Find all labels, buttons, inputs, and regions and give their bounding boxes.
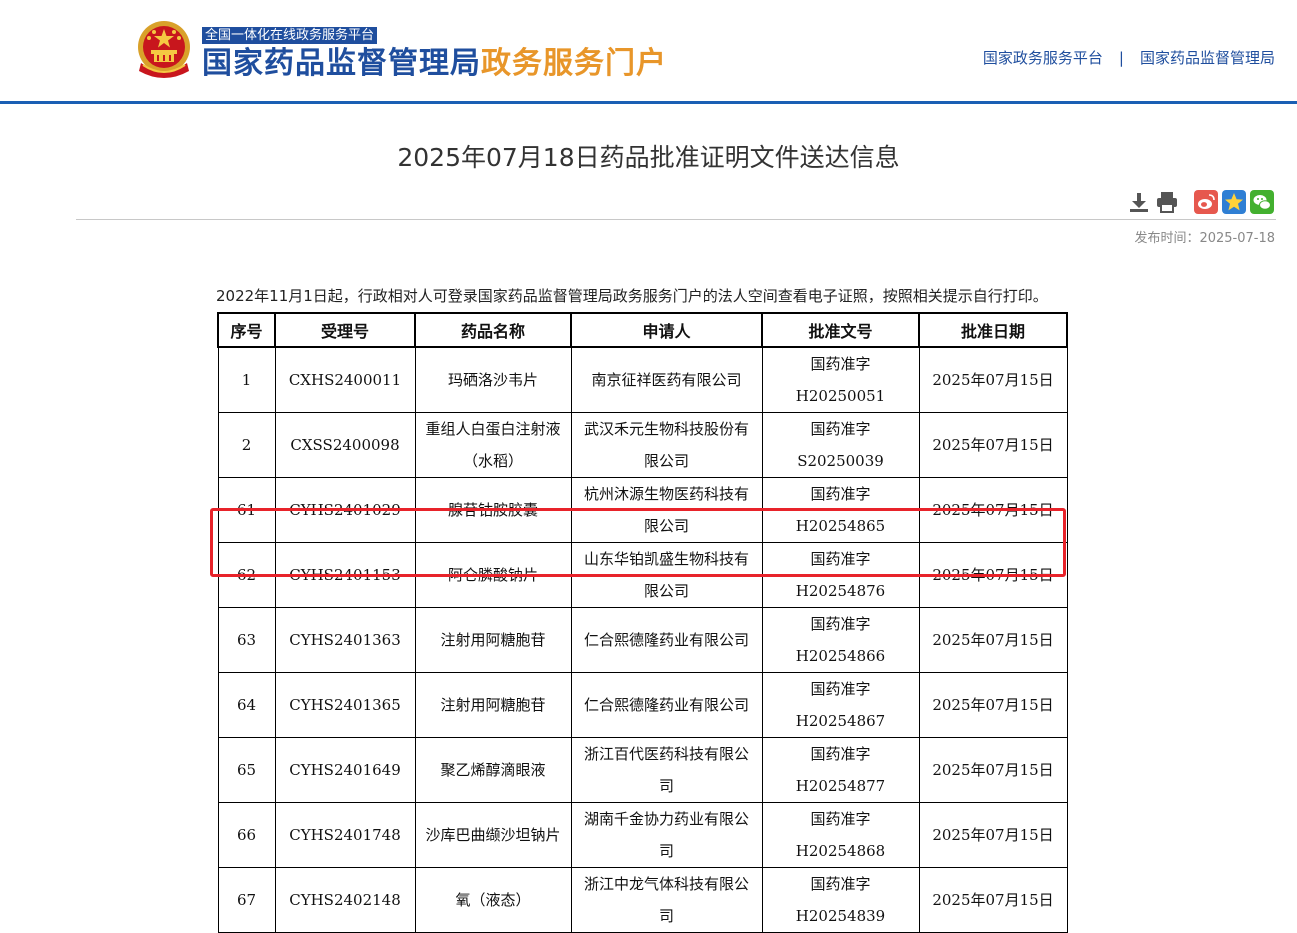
cell-approval-no: 国药准字H20254877 <box>761 737 920 803</box>
cell-drug-name: 沙库巴曲缬沙坦钠片 <box>414 802 572 868</box>
header-seq: 序号 <box>217 312 276 348</box>
publish-date: 发布时间：2025-07-18 <box>1134 231 1275 246</box>
table-row-highlighted: 62 CYHS2401153 阿仑膦酸钠片 山东华铂凯盛生物科技有限公司 国药准… <box>217 542 1068 608</box>
cell-applicant: 仁合熙德隆药业有限公司 <box>570 672 763 738</box>
page-title: 2025年07月18日药品批准证明文件送达信息 <box>397 143 900 172</box>
cell-seq: 66 <box>217 802 276 868</box>
header-approval-date: 批准日期 <box>918 312 1068 348</box>
cell-applicant: 浙江百代医药科技有限公司 <box>570 737 763 803</box>
table-row: 2 CXSS2400098 重组人白蛋白注射液（水稻） 武汉禾元生物科技股份有限… <box>217 412 1068 478</box>
cell-applicant: 南京征祥医药有限公司 <box>570 346 763 413</box>
wechat-icon[interactable] <box>1250 190 1274 214</box>
site-title[interactable]: 国家药品监督管理局政务服务门户 <box>202 44 667 84</box>
weibo-icon[interactable] <box>1194 190 1218 214</box>
table-row: 63 CYHS2401363 注射用阿糖胞苷 仁合熙德隆药业有限公司 国药准字H… <box>217 607 1068 673</box>
cell-acceptance-no: CYHS2401748 <box>274 802 416 868</box>
table-row: 65 CYHS2401649 聚乙烯醇滴眼液 浙江百代医药科技有限公司 国药准字… <box>217 737 1068 803</box>
cell-seq: 64 <box>217 672 276 738</box>
qzone-icon[interactable] <box>1222 190 1246 214</box>
header-approval-no: 批准文号 <box>761 312 920 348</box>
link-national-gov-service[interactable]: 国家政务服务平台 <box>983 49 1103 67</box>
approval-table: 序号 受理号 药品名称 申请人 批准文号 批准日期 1 CXHS2400011 … <box>217 312 1068 933</box>
link-nmpa[interactable]: 国家药品监督管理局 <box>1140 49 1275 67</box>
cell-approval-date: 2025年07月15日 <box>918 477 1068 543</box>
platform-tagline: 全国一体化在线政务服务平台 <box>202 27 378 44</box>
cell-drug-name: 腺苷钴胺胶囊 <box>414 477 572 543</box>
intro-paragraph: 2022年11月1日起，行政相对人可登录国家药品监督管理局政务服务门户的法人空间… <box>216 287 1048 305</box>
cell-drug-name: 阿仑膦酸钠片 <box>414 542 572 608</box>
table-row: 64 CYHS2401365 注射用阿糖胞苷 仁合熙德隆药业有限公司 国药准字H… <box>217 672 1068 738</box>
table-row: 61 CYHS2401029 腺苷钴胺胶囊 杭州沐源生物医药科技有限公司 国药准… <box>217 477 1068 543</box>
cell-drug-name: 重组人白蛋白注射液（水稻） <box>414 412 572 478</box>
cell-drug-name: 注射用阿糖胞苷 <box>414 607 572 673</box>
cell-seq: 63 <box>217 607 276 673</box>
cell-approval-no: 国药准字H20254865 <box>761 477 920 543</box>
cell-approval-no: 国药准字H20254866 <box>761 607 920 673</box>
cell-approval-no: 国药准字S20250039 <box>761 412 920 478</box>
cell-approval-date: 2025年07月15日 <box>918 542 1068 608</box>
cell-applicant: 山东华铂凯盛生物科技有限公司 <box>570 542 763 608</box>
cell-seq: 62 <box>217 542 276 608</box>
cell-acceptance-no: CYHS2401029 <box>274 477 416 543</box>
cell-approval-date: 2025年07月15日 <box>918 672 1068 738</box>
cell-drug-name: 注射用阿糖胞苷 <box>414 672 572 738</box>
cell-acceptance-no: CYHS2401153 <box>274 542 416 608</box>
cell-acceptance-no: CYHS2401363 <box>274 607 416 673</box>
cell-approval-date: 2025年07月15日 <box>918 737 1068 803</box>
cell-drug-name: 聚乙烯醇滴眼液 <box>414 737 572 803</box>
cell-applicant: 仁合熙德隆药业有限公司 <box>570 607 763 673</box>
cell-acceptance-no: CYHS2401649 <box>274 737 416 803</box>
link-separator: | <box>1118 49 1124 67</box>
cell-approval-no: 国药准字H20254868 <box>761 802 920 868</box>
title-divider <box>76 219 1276 220</box>
table-row: 1 CXHS2400011 玛硒洛沙韦片 南京征祥医药有限公司 国药准字H202… <box>217 346 1068 413</box>
cell-applicant: 湖南千金协力药业有限公司 <box>570 802 763 868</box>
cell-approval-no: 国药准字H20254867 <box>761 672 920 738</box>
cell-seq: 61 <box>217 477 276 543</box>
top-links: 国家政务服务平台 | 国家药品监督管理局 <box>983 47 1275 69</box>
cell-drug-name: 玛硒洛沙韦片 <box>414 346 572 413</box>
table-header-row: 序号 受理号 药品名称 申请人 批准文号 批准日期 <box>217 312 1068 348</box>
print-icon[interactable] <box>1155 190 1179 214</box>
cell-approval-no: 国药准字H20254876 <box>761 542 920 608</box>
cell-approval-date: 2025年07月15日 <box>918 802 1068 868</box>
header-divider <box>0 101 1297 104</box>
header-acceptance-no: 受理号 <box>274 312 416 348</box>
cell-applicant: 武汉禾元生物科技股份有限公司 <box>570 412 763 478</box>
table-row: 67 CYHS2402148 氧（液态） 浙江中龙气体科技有限公司 国药准字H2… <box>217 867 1068 933</box>
cell-approval-no: 国药准字H20250051 <box>761 346 920 413</box>
cell-seq: 2 <box>217 412 276 478</box>
cell-approval-date: 2025年07月15日 <box>918 412 1068 478</box>
site-header: 全国一体化在线政务服务平台 国家药品监督管理局政务服务门户 国家政务服务平台 | 国… <box>0 0 1297 102</box>
cell-applicant: 浙江中龙气体科技有限公司 <box>570 867 763 933</box>
table-row: 66 CYHS2401748 沙库巴曲缬沙坦钠片 湖南千金协力药业有限公司 国药… <box>217 802 1068 868</box>
cell-approval-date: 2025年07月15日 <box>918 607 1068 673</box>
header-applicant: 申请人 <box>570 312 763 348</box>
cell-applicant: 杭州沐源生物医药科技有限公司 <box>570 477 763 543</box>
cell-acceptance-no: CYHS2401365 <box>274 672 416 738</box>
cell-approval-date: 2025年07月15日 <box>918 346 1068 413</box>
cell-seq: 65 <box>217 737 276 803</box>
cell-seq: 67 <box>217 867 276 933</box>
national-emblem-icon <box>138 21 190 78</box>
cell-acceptance-no: CYHS2402148 <box>274 867 416 933</box>
cell-acceptance-no: CXHS2400011 <box>274 346 416 413</box>
site-title-accent: 政务服务门户 <box>481 46 667 81</box>
cell-seq: 1 <box>217 346 276 413</box>
cell-approval-no: 国药准字H20254839 <box>761 867 920 933</box>
cell-approval-date: 2025年07月15日 <box>918 867 1068 933</box>
site-title-main: 国家药品监督管理局 <box>202 46 481 81</box>
header-drug-name: 药品名称 <box>414 312 572 348</box>
download-icon[interactable] <box>1127 190 1151 214</box>
cell-acceptance-no: CXSS2400098 <box>274 412 416 478</box>
cell-drug-name: 氧（液态） <box>414 867 572 933</box>
